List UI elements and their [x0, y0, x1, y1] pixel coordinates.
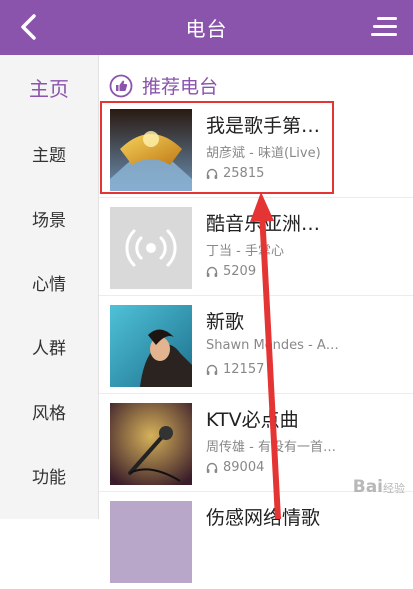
headphones-icon [206, 364, 218, 375]
page-title: 电台 [185, 17, 228, 41]
hamburger-icon[interactable] [371, 15, 399, 39]
station-subtitle: 周传雄 - 有没有一首… [206, 440, 336, 455]
sidebar-item-crowd[interactable]: 人群 [0, 334, 98, 359]
watermark-text: Bai [352, 477, 383, 497]
list-item[interactable]: 伤感网络情歌 [99, 491, 413, 589]
watermark: Bai经验 [353, 477, 405, 497]
radio-signal-icon [125, 229, 177, 267]
sidebar-item-scene[interactable]: 场景 [0, 206, 98, 231]
station-title: KTV必点曲 [206, 409, 299, 431]
play-count: 89004 [206, 460, 264, 475]
thumbs-up-icon [109, 74, 133, 97]
chevron-left-icon[interactable] [14, 12, 44, 42]
station-subtitle: Shawn Mendes - A… [206, 338, 339, 353]
station-cover [110, 305, 192, 387]
sidebar-item-style[interactable]: 风格 [0, 399, 98, 424]
watermark-suffix: 经验 [383, 482, 405, 495]
sidebar-item-home[interactable]: 主页 [0, 73, 98, 102]
list-item[interactable]: 酷音乐亚洲… 丁当 - 手掌心 5209 [99, 197, 413, 296]
highlight-box [100, 101, 334, 194]
station-subtitle: 丁当 - 手掌心 [206, 244, 284, 259]
section-title: 推荐电台 [142, 76, 219, 98]
station-title: 伤感网络情歌 [206, 507, 321, 529]
play-count-value: 12157 [223, 362, 265, 377]
section-header: 推荐电台 [109, 72, 218, 99]
headphones-icon [206, 266, 218, 277]
category-sidebar: 主页 主题 场景 心情 人群 风格 功能 [0, 55, 99, 519]
sidebar-item-theme[interactable]: 主题 [0, 141, 98, 166]
headphones-icon [206, 462, 218, 473]
play-count-value: 89004 [223, 460, 265, 475]
play-count: 12157 [206, 362, 264, 377]
top-app-bar: 电台 [0, 0, 413, 55]
play-count: 5209 [206, 264, 256, 279]
station-cover [110, 207, 192, 289]
play-count-value: 5209 [223, 264, 257, 279]
sidebar-item-function[interactable]: 功能 [0, 463, 98, 488]
station-cover [110, 501, 192, 583]
sidebar-item-mood[interactable]: 心情 [0, 270, 98, 295]
station-cover [110, 403, 192, 485]
list-item[interactable]: 新歌 Shawn Mendes - A… 12157 [99, 295, 413, 394]
station-title: 新歌 [206, 311, 245, 333]
station-title: 酷音乐亚洲… [206, 213, 321, 235]
